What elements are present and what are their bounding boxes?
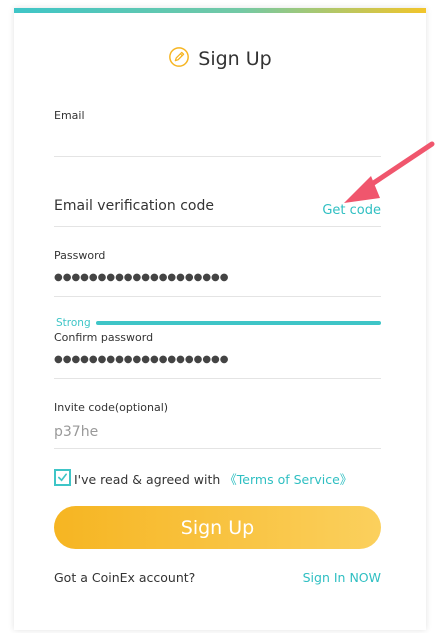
email-field[interactable]	[54, 156, 381, 157]
invite-code-field[interactable]: p37he	[54, 424, 98, 440]
account-question: Got a CoinEx account?	[54, 570, 196, 585]
invite-code-label: Invite code(optional)	[54, 401, 169, 414]
verification-underline	[54, 226, 381, 227]
password-field[interactable]: ●●●●●●●●●●●●●●●●●●●●	[54, 272, 229, 283]
password-underline	[54, 296, 381, 297]
password-strength-bar	[96, 321, 381, 325]
verification-code-field[interactable]: Email verification code	[54, 198, 214, 214]
page-title: Sign Up	[198, 48, 272, 70]
pencil-circle-icon	[168, 46, 190, 72]
header: Sign Up	[14, 46, 426, 72]
agreement-text: I've read & agreed with 《Terms of Servic…	[74, 469, 352, 488]
invite-code-underline	[54, 448, 381, 449]
confirm-password-label: Confirm password	[54, 331, 154, 344]
password-strength-label: Strong	[56, 317, 91, 329]
password-label: Password	[54, 249, 106, 262]
terms-checkbox[interactable]	[54, 469, 71, 486]
confirm-password-field[interactable]: ●●●●●●●●●●●●●●●●●●●●	[54, 354, 229, 365]
top-gradient-bar	[14, 8, 426, 13]
terms-of-service-link[interactable]: 《Terms of Service》	[224, 472, 352, 487]
email-label: Email	[54, 109, 85, 122]
confirm-password-underline	[54, 378, 381, 379]
checkmark-icon	[58, 473, 67, 482]
sign-in-link[interactable]: Sign In NOW	[303, 570, 381, 585]
get-code-link[interactable]: Get code	[322, 203, 381, 218]
agreement-label: I've read & agreed with	[74, 472, 225, 487]
sign-up-button[interactable]: Sign Up	[54, 506, 381, 549]
signup-card: Sign Up Email Email verification code Ge…	[14, 8, 426, 630]
